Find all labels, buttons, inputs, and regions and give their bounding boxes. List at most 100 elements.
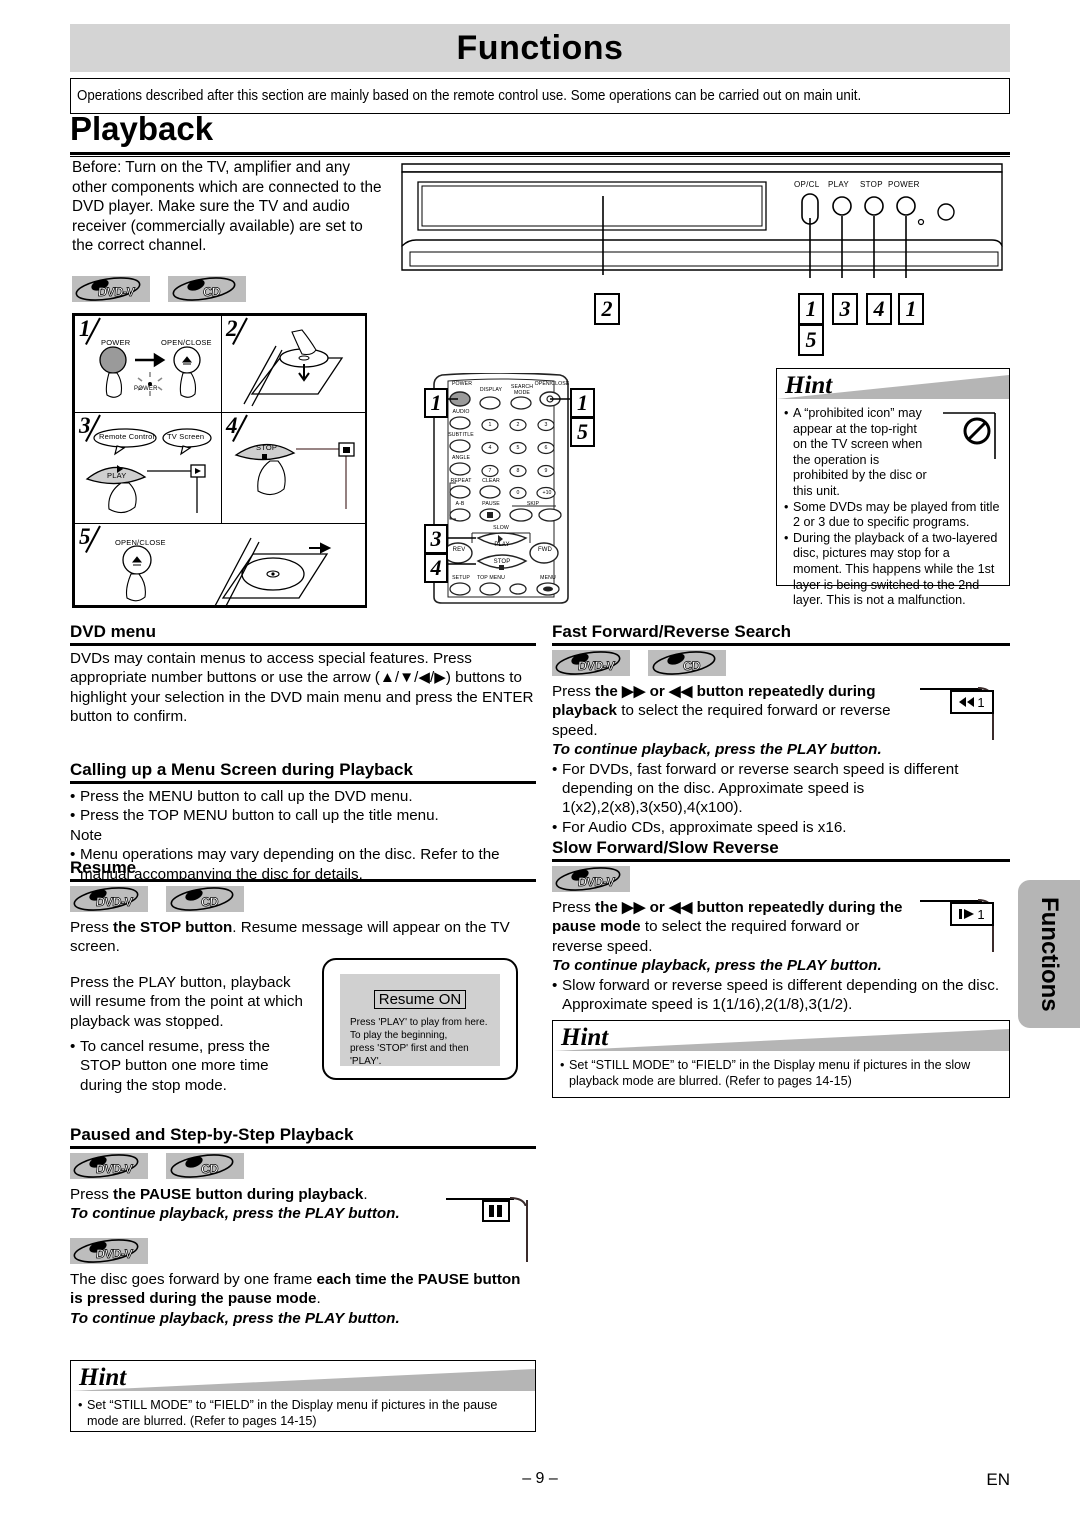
dvd-v-badge-label: DVD-V bbox=[577, 659, 615, 674]
resume-on-chip: Resume ON bbox=[373, 990, 467, 1009]
dvd-menu-section: DVD menu DVDs may contain menus to acces… bbox=[70, 622, 536, 727]
resume-tv-screen: Resume ON Press 'PLAY' to play from here… bbox=[322, 958, 518, 1080]
cd-badge: CD bbox=[166, 1153, 244, 1179]
resume-paragraph-1: Press the STOP button. Resume message wi… bbox=[70, 918, 536, 957]
prohibited-icon bbox=[943, 412, 996, 459]
ff-p1-pre: Press bbox=[552, 683, 596, 700]
paused-p1-italic-wrap: To continue playback, press the PLAY but… bbox=[70, 1204, 430, 1223]
remote-callout-4: 4 bbox=[424, 553, 448, 583]
step-panel-4: 4 STOP bbox=[221, 412, 367, 524]
manual-page: Functions Operations described after thi… bbox=[0, 0, 1080, 1526]
calling-menu-note-label: Note bbox=[70, 826, 103, 844]
pause-icon-callout bbox=[482, 1200, 510, 1222]
paused-p2-italic: To continue playback, press the PLAY but… bbox=[70, 1309, 400, 1327]
step-panel-5: 5 OPEN/CLOSE bbox=[74, 523, 367, 606]
dvd-v-badge-label: DVD-V bbox=[577, 875, 615, 890]
ff-paragraph-1: Press the ▶▶ or ◀◀ button repeatedly dur… bbox=[552, 682, 904, 740]
dvd-v-badge: DVD-V bbox=[70, 886, 148, 912]
cd-badge-label: CD bbox=[682, 659, 702, 674]
disc-badges-intro: DVD-V CD bbox=[72, 276, 246, 302]
disc-badges-paused: DVD-V CD bbox=[70, 1153, 536, 1179]
calling-menu-list: Press the MENU button to call up the DVD… bbox=[70, 787, 536, 826]
intro-note-box: Operations described after this section … bbox=[70, 78, 1010, 114]
cd-badge: CD bbox=[166, 886, 244, 912]
step-panel-1: 1 POWER OPEN/CLOSE POWER bbox=[74, 315, 222, 413]
resume-screen-line: To play the beginning, bbox=[350, 1030, 448, 1041]
device-label-power: POWER bbox=[888, 180, 920, 189]
cd-badge: CD bbox=[648, 650, 726, 676]
step-panel-3: 3 Remote Control TV Screen PLAY bbox=[74, 412, 222, 524]
cd-badge-label: CD bbox=[200, 1162, 220, 1177]
chapter-banner: Functions bbox=[70, 24, 1010, 72]
ff-heading: Fast Forward/Reverse Search bbox=[552, 622, 792, 641]
dvd-v-badge: DVD-V bbox=[72, 276, 150, 302]
slow-p1-italic-wrap: To continue playback, press the PLAY but… bbox=[552, 956, 1010, 975]
paused-heading: Paused and Step-by-Step Playback bbox=[70, 1125, 354, 1144]
slow-play-icon-value: 1 bbox=[977, 906, 985, 922]
side-tab-label: Functions bbox=[1036, 896, 1063, 1012]
cd-badge-label: CD bbox=[202, 285, 222, 300]
device-callout-1b: 1 bbox=[898, 293, 924, 325]
disc-badge-stepbystep: DVD-V bbox=[70, 1237, 536, 1264]
slow-p1-pre: Press bbox=[552, 899, 596, 916]
slow-play-icon bbox=[959, 909, 975, 919]
step1-power-indicator-label: POWER bbox=[134, 386, 158, 392]
before-paragraph: Before: Turn on the TV, amplifier and an… bbox=[72, 159, 382, 254]
paused-paragraph-2: The disc goes forward by one frame each … bbox=[70, 1270, 536, 1309]
hint-item: Set “STILL MODE” to “FIELD” in the Displ… bbox=[78, 1398, 528, 1429]
resume-bullet-item: To cancel resume, press the STOP button … bbox=[70, 1037, 305, 1095]
paused-p1-italic: To continue playback, press the PLAY but… bbox=[70, 1205, 400, 1223]
pause-icon bbox=[489, 1205, 502, 1217]
slow-heading: Slow Forward/Slow Reverse bbox=[552, 838, 779, 857]
step3-label-play: PLAY bbox=[107, 471, 127, 480]
hint-title: Hint bbox=[561, 1024, 609, 1051]
dvd-v-badge-label: DVD-V bbox=[95, 1162, 133, 1177]
paused-p1-post: . bbox=[363, 1186, 368, 1203]
rewind-icon bbox=[959, 697, 975, 707]
step4-label-stop: STOP bbox=[256, 443, 278, 452]
device-callout-1a: 1 bbox=[798, 293, 824, 325]
hint-header: Hint bbox=[71, 1361, 535, 1395]
page-title: Playback bbox=[70, 110, 214, 147]
hint-item: During the playback of a two-layered dis… bbox=[784, 531, 1002, 609]
device-label-stop: STOP bbox=[860, 180, 883, 189]
step5-label-openclose: OPEN/CLOSE bbox=[115, 538, 166, 547]
calling-menu-heading: Calling up a Menu Screen during Playback bbox=[70, 760, 413, 779]
pause-leader-vertical bbox=[526, 1200, 528, 1262]
resume-p1-bold: the STOP button bbox=[113, 919, 233, 936]
resume-p1-pre: Press bbox=[70, 919, 114, 936]
dvd-v-badge-label: DVD-V bbox=[97, 285, 135, 300]
dvd-menu-heading: DVD menu bbox=[70, 622, 156, 641]
hint-title: Hint bbox=[785, 372, 833, 399]
ff-item: For Audio CDs, approximate speed is x16. bbox=[552, 818, 1010, 838]
step3-graphic bbox=[85, 428, 212, 514]
device-label-play: PLAY bbox=[828, 180, 850, 189]
rewind-icon-value: 1 bbox=[977, 694, 985, 710]
step5-graphic bbox=[122, 537, 332, 605]
step-illustration-grid: 1 POWER OPEN/CLOSE POWER 2 3 Remote Cont… bbox=[72, 313, 367, 608]
player-body-graphic bbox=[401, 163, 1003, 278]
hint-body: Set “STILL MODE” to “FIELD” in the Displ… bbox=[71, 1395, 535, 1435]
step3-label-tvscreen: TV Screen bbox=[167, 432, 205, 441]
dvd-v-badge: DVD-V bbox=[552, 650, 630, 676]
step-panel-2: 2 bbox=[221, 315, 367, 413]
ff-p1-italic: To continue playback, press the PLAY but… bbox=[552, 741, 882, 759]
paused-paragraph-1: Press the PAUSE button during playback. bbox=[70, 1185, 452, 1204]
hint-item: Set “STILL MODE” to “FIELD” in the Displ… bbox=[560, 1058, 1002, 1089]
hint-header: Hint bbox=[777, 369, 1009, 403]
cd-badge-label: CD bbox=[200, 895, 220, 910]
section-divider bbox=[70, 152, 1010, 157]
device-label-opcl: OP/CL bbox=[794, 180, 820, 189]
paused-section: Paused and Step-by-Step Playback DVD-V C… bbox=[70, 1125, 536, 1328]
device-callout-3: 3 bbox=[832, 293, 858, 325]
ff-list: For DVDs, fast forward or reverse search… bbox=[552, 760, 1010, 838]
side-tab-functions: Functions bbox=[1018, 880, 1080, 1028]
rewind-icon-callout: 1 bbox=[950, 690, 994, 714]
dvd-v-badge: DVD-V bbox=[70, 1237, 148, 1264]
dvd-v-badge-label: DVD-V bbox=[95, 895, 133, 910]
remote-callout-3: 3 bbox=[424, 524, 448, 554]
paused-p2-post: . bbox=[316, 1290, 321, 1308]
chapter-title: Functions bbox=[456, 28, 624, 67]
hint-item: A “prohibited icon” may appear at the to… bbox=[784, 406, 934, 500]
dvd-v-badge-label: DVD-V bbox=[95, 1246, 133, 1261]
